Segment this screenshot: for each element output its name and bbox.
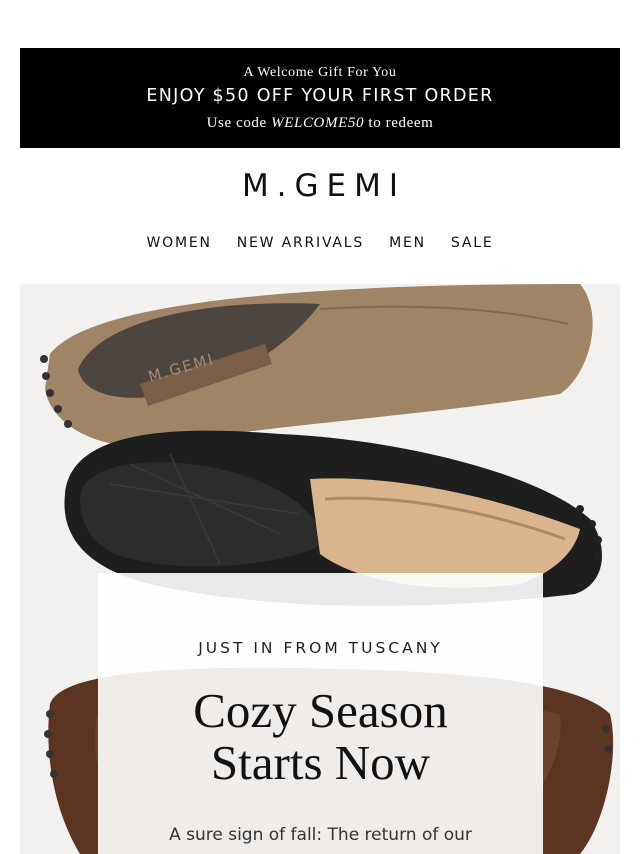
card-title: Cozy Season Starts Now	[98, 685, 543, 789]
promo-kicker: A Welcome Gift For You	[243, 65, 397, 80]
main-nav: WOMEN NEW ARRIVALS MEN SALE	[0, 235, 640, 251]
promo-banner[interactable]: A Welcome Gift For You ENJOY $50 OFF YOU…	[20, 48, 620, 148]
promo-code: WELCOME50	[271, 115, 365, 131]
tan-moccasin: M.GEMI	[40, 284, 593, 446]
promo-subline-prefix: Use code	[206, 115, 267, 131]
promo-headline: ENJOY $50 OFF YOUR FIRST ORDER	[146, 86, 494, 106]
nav-item-sale[interactable]: SALE	[451, 235, 494, 251]
card-title-line1: Cozy Season	[193, 683, 448, 738]
nav-item-women[interactable]: WOMEN	[147, 235, 212, 251]
brand-logo[interactable]: M.GEMI	[0, 168, 640, 204]
nav-item-new-arrivals[interactable]: NEW ARRIVALS	[237, 235, 364, 251]
card-body: A sure sign of fall: The return of our	[169, 825, 472, 845]
promo-subline: Use code WELCOME50 to redeem	[20, 115, 620, 132]
hero-text-card: JUST IN FROM TUSCANY Cozy Season Starts …	[98, 573, 543, 854]
card-eyebrow: JUST IN FROM TUSCANY	[198, 639, 443, 657]
nav-item-men[interactable]: MEN	[389, 235, 426, 251]
card-title-line2: Starts Now	[210, 735, 431, 790]
promo-subline-suffix: to redeem	[368, 115, 434, 131]
